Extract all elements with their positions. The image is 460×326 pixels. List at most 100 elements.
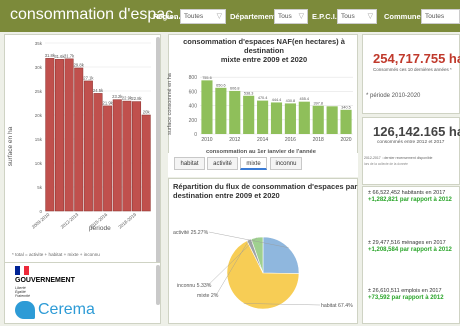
bar-value-label: 430.8 [286,99,296,103]
demographics-card [362,186,460,324]
y-axis-label: surface en ha [7,126,15,167]
bar-value-label: 455.4 [300,97,310,101]
x-tick-label: 2020 [340,137,351,143]
households-stat: ± 29,477,516 ménages en 2017 [368,240,446,246]
period-consumption-caption: consommés entre 2012 et 2017 [377,140,445,145]
x-tick-label: 2016 [285,137,296,143]
region-select-value: Toutes [184,13,204,20]
destination-pie-chart: habitat 67.4% activité 25.27% mixte 2% inco… [173,230,353,310]
population-stat: ± 66,522,452 habitants en 2017 [368,190,446,196]
bar-value-label: 606.8 [230,86,240,90]
pie-panel: Répartition du flux de consommation d'es… [168,178,358,324]
bar-value-label: 24.5k [93,88,104,93]
tab-inconnu[interactable]: inconnu [270,157,302,170]
x-tick-label: 2009-2010 [31,212,51,230]
total-consumption-value: 254,717.755 ha [373,51,460,66]
bar [122,100,132,212]
chevron-down-icon: ▽ [216,13,222,20]
bar [93,93,103,212]
x-axis-label: période [89,225,111,232]
chevron-down-icon: ▽ [367,13,373,20]
total-consumption-caption: Consommés ces 10 dernières années * [373,67,452,72]
population-delta: +1,282,821 par rapport à 2012 [368,197,452,203]
bar [54,59,64,212]
x-tick-label: 2014 [257,137,268,143]
total-period-note: * période 2010-2020 [366,93,421,99]
period-kpi-card: 126,142.165 ha consommés entre 2012 et 2… [362,117,460,185]
y-tick-label: 0 [194,132,197,138]
pie-slice-label: activité 25.27% [173,230,209,236]
bar-value-label: 397.8 [313,101,323,105]
bar [83,80,93,212]
y-tick-label: 200 [189,118,198,124]
jobs-stat: ± 26,610,511 emplois en 2017 [368,288,442,294]
bar-value-label: 650.6 [216,83,226,87]
y-tick-label: 20k [35,113,43,118]
y-axis-label: surface consommé en ha [166,73,173,135]
tab-activite[interactable]: activité [207,157,238,170]
x-tick-label: 2010 [201,137,212,143]
tab-habitat[interactable]: habitat [174,157,205,170]
total-bar-chart: 31.8k 31.6k 31.7k29.8k27.1k24.5k21.9k23.2k… [31,41,151,230]
bar [141,114,151,212]
bar [257,100,269,134]
bar [64,58,74,212]
pie-slice-label: mixte 2% [197,293,219,299]
mixte-consumption-panel: consommation d'espaces NAF(en hectares) … [166,34,358,172]
footnote: * total = activite + habitat + mixte + i… [12,252,100,257]
x-tick-label: 2018-2019 [117,212,137,230]
bar [326,106,338,134]
bar-value-label: 20k [143,110,151,115]
cerema-logo-icon [15,301,35,319]
y-tick-label: 600 [189,89,198,95]
logos-scrollbar[interactable] [156,265,160,305]
bar [201,80,213,134]
bar-value-label: 22.8k [131,96,142,101]
region-select[interactable]: Toutes ▽ [180,9,226,24]
pie-slice-label: habitat 67.4% [321,303,353,309]
bar [132,101,142,212]
period-consumption-value: 126,142.165 ha [373,124,460,139]
pie-slice-label: inconnu 5.33% [177,283,212,289]
total-kpi-card: 254,717.755 ha Consommés ces 10 dernière… [362,34,460,114]
y-tick-label: 800 [189,75,198,81]
tab-mixte[interactable]: mixte [240,157,267,170]
y-tick-label: 0 [39,209,42,214]
gouvernement-motto: Liberté Égalité Fraternité [15,286,30,298]
x-tick-label: 2012-2013 [60,212,80,230]
filter-label-departements: Départements [230,12,281,21]
communes-select[interactable]: Toutes [421,9,460,24]
y-tick-label: 35k [35,41,43,46]
french-flag-icon [15,266,30,275]
y-tick-label: 10k [35,161,43,166]
gouvernement-logo-text: GOUVERNEMENT [15,277,75,284]
y-tick-label: 15k [35,137,43,142]
departements-select[interactable]: Tous ▽ [274,9,308,24]
x-tick-label: 2018 [313,137,324,143]
bar-value-label: 444.4 [272,98,282,102]
bar-value-label: 21.9k [103,100,114,105]
pie-slice-activit [262,236,300,274]
jobs-delta: +73,592 par rapport à 2012 [368,295,444,301]
bar-value-label: 27.1k [83,75,94,80]
bar-value-label: 340.5 [341,105,351,109]
chevron-down-icon: ▽ [298,13,304,20]
filter-label-epci: E.P.C.I. [312,12,337,21]
bar [284,103,296,134]
cerema-logo-text: Cerema [38,301,95,318]
bar-value-label: 755.6 [202,76,212,80]
x-tick-label: 2012 [229,137,240,143]
census-note-detail: lors de la collecte de la donnée [364,162,408,166]
bar [215,87,227,134]
bar-value-label: 31.7k [64,53,75,58]
filter-label-communes: Communes [384,12,425,21]
households-delta: +1,208,584 par rapport à 2012 [368,247,452,253]
bar-value-label: 538.3 [244,91,254,95]
bar [298,101,310,134]
departements-select-value: Tous [278,13,292,20]
epci-select[interactable]: Tous ▽ [337,9,377,24]
filter-label-region: Région [153,12,179,21]
bar [103,105,113,212]
y-tick-label: 5k [37,185,43,190]
y-tick-label: 25k [35,89,43,94]
